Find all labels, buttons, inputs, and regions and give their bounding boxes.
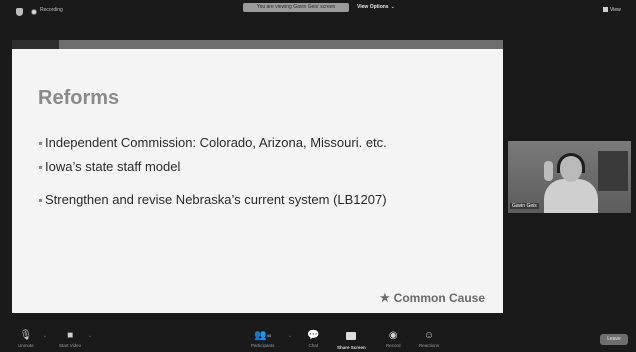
top-bar: Recording You are viewing Gavin Geis' sc… <box>0 0 636 22</box>
reactions-icon: ☺ <box>423 330 435 341</box>
slide-title: Reforms <box>38 87 120 109</box>
recording-label: Recording <box>40 7 63 13</box>
bullet-text: Strengthen and revise Nebraska’s current… <box>45 192 387 207</box>
bullet-icon <box>39 166 42 170</box>
reactions-button[interactable]: ☺ Reactions <box>419 330 439 348</box>
shared-slide: Reforms Independent Commission: Colorado… <box>12 49 503 313</box>
shared-window-tab-strip <box>12 40 503 49</box>
shared-window-tab <box>12 40 59 49</box>
video-off-icon: ■ <box>67 330 74 341</box>
shield-icon[interactable] <box>16 8 23 16</box>
participants-icon: 👥40 <box>254 330 272 341</box>
audio-options-caret-icon[interactable]: ^ <box>44 334 46 339</box>
start-video-label: Start Video <box>59 343 82 348</box>
share-screen-button[interactable]: Share Screen <box>337 330 366 350</box>
chat-button[interactable]: 💬 Chat <box>307 330 319 348</box>
bullet-text: Independent Commission: Colorado, Arizon… <box>45 135 387 150</box>
leave-button[interactable]: Leave <box>600 334 628 345</box>
view-options-label: View Options <box>357 4 389 10</box>
participants-count: 40 <box>266 333 272 338</box>
chevron-down-icon: ⌄ <box>390 4 395 10</box>
share-screen-icon <box>337 330 366 344</box>
record-icon: ◉ <box>388 330 398 341</box>
chat-icon: 💬 <box>307 330 320 341</box>
video-options-caret-icon[interactable]: ^ <box>89 334 91 339</box>
bullet-text: Iowa’s state staff model <box>45 159 181 174</box>
share-screen-label: Share Screen <box>337 345 366 350</box>
view-options-button[interactable]: View Options ⌄ <box>357 3 395 12</box>
record-label: Record <box>386 343 401 348</box>
participants-options-caret-icon[interactable]: ^ <box>289 334 291 339</box>
slide-bullet: Independent Commission: Colorado, Arizon… <box>39 135 387 150</box>
recording-icon <box>31 9 37 15</box>
unmute-label: Unmute <box>18 343 34 348</box>
bullet-icon <box>39 199 42 203</box>
muted-microphone-icon: 🎙 <box>19 330 33 341</box>
view-button[interactable]: View <box>603 7 621 13</box>
unmute-button[interactable]: 🎙 Unmute <box>18 330 34 348</box>
reactions-label: Reactions <box>419 343 440 348</box>
video-person-body <box>544 179 598 213</box>
view-label: View <box>610 7 621 13</box>
participant-name-label: Gavin Geis <box>510 203 539 209</box>
star-icon: ★ <box>379 290 391 305</box>
grid-view-icon <box>603 7 608 13</box>
bullet-icon <box>39 142 42 146</box>
participants-button[interactable]: 👥40 Participants <box>251 330 275 348</box>
record-button[interactable]: ◉ Record <box>386 330 401 348</box>
viewing-screen-banner: You are viewing Gavin Geis' screen <box>243 3 349 12</box>
participant-video-tile[interactable]: Gavin Geis <box>508 141 631 213</box>
video-hand <box>544 161 553 181</box>
brand-name: Common Cause <box>393 291 486 305</box>
video-shelf <box>598 151 628 191</box>
participants-label: Participants <box>251 343 275 348</box>
meeting-toolbar: 🎙 Unmute ^ ■ Start Video ^ 👥40 Participa… <box>0 327 636 352</box>
slide-bullet: Iowa’s state staff model <box>39 159 180 174</box>
brand-logo: ★ Common Cause <box>379 290 485 306</box>
start-video-button[interactable]: ■ Start Video <box>59 330 81 348</box>
chat-label: Chat <box>308 343 318 348</box>
headset-icon <box>557 153 585 173</box>
slide-bullet: Strengthen and revise Nebraska’s current… <box>39 192 387 207</box>
